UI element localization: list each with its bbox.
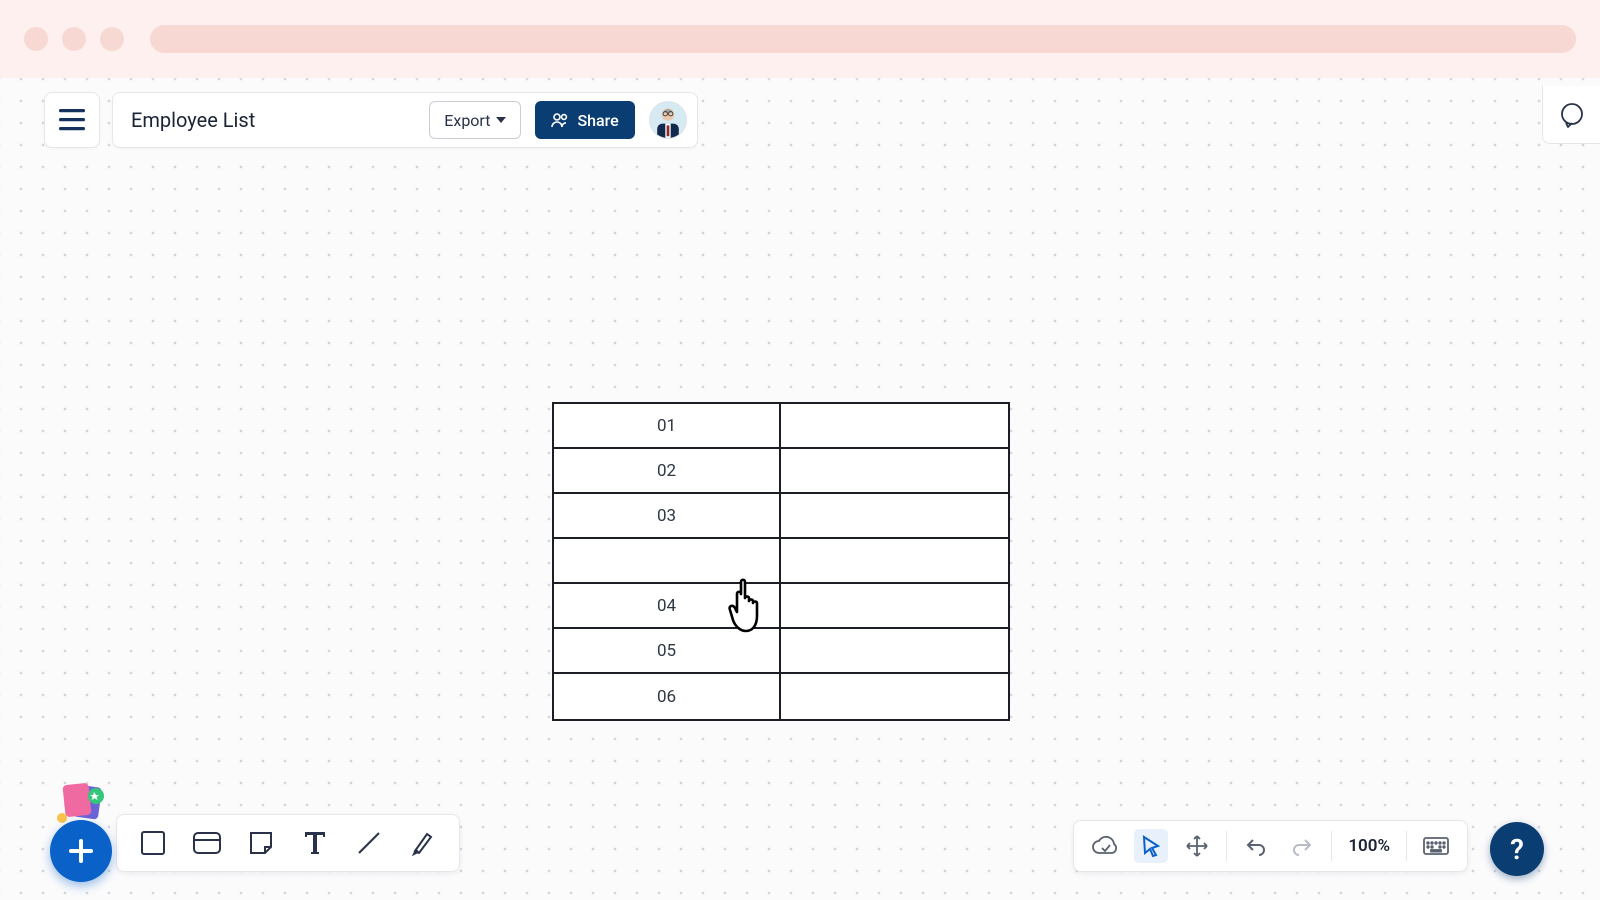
view-toolbar: 100% (1073, 820, 1468, 872)
container-icon (192, 831, 222, 855)
keyboard-icon (1422, 836, 1450, 856)
avatar-icon (650, 102, 686, 138)
cloud-sync-button[interactable] (1088, 829, 1122, 863)
pointer-tool[interactable] (1134, 829, 1168, 863)
table-cell[interactable] (781, 494, 1008, 537)
keyboard-shortcuts-button[interactable] (1419, 829, 1453, 863)
separator (1331, 831, 1332, 861)
undo-icon (1245, 836, 1267, 856)
document-title[interactable]: Employee List (131, 108, 255, 132)
text-icon (303, 830, 327, 856)
table-cell[interactable]: 05 (554, 629, 781, 672)
traffic-lights (24, 27, 124, 51)
highlighter-tool[interactable] (405, 825, 441, 861)
url-bar[interactable] (150, 25, 1576, 53)
export-label: Export (444, 111, 490, 130)
chat-icon (1558, 101, 1586, 129)
window-min-dot[interactable] (62, 27, 86, 51)
comments-button[interactable] (1542, 86, 1600, 144)
plus-icon (67, 837, 95, 865)
share-label: Share (577, 111, 618, 130)
move-icon (1185, 834, 1209, 858)
canvas-table[interactable]: 01 02 03 04 05 06 (552, 402, 1010, 721)
table-cell[interactable]: 04 (554, 584, 781, 627)
table-cell[interactable] (781, 539, 1008, 582)
window-max-dot[interactable] (100, 27, 124, 51)
redo-button[interactable] (1285, 829, 1319, 863)
zoom-level[interactable]: 100% (1344, 836, 1394, 856)
export-button[interactable]: Export (429, 101, 521, 139)
table-cell[interactable] (781, 674, 1008, 719)
undo-button[interactable] (1239, 829, 1273, 863)
help-label: ? (1510, 833, 1524, 866)
menu-button[interactable] (44, 92, 100, 148)
add-button[interactable] (50, 820, 112, 882)
redo-icon (1291, 836, 1313, 856)
help-button[interactable]: ? (1490, 822, 1544, 876)
separator (1226, 831, 1227, 861)
table-row[interactable]: 04 (554, 584, 1008, 629)
table-cell[interactable] (781, 629, 1008, 672)
table-cell[interactable] (781, 584, 1008, 627)
window-close-dot[interactable] (24, 27, 48, 51)
share-button[interactable]: Share (535, 101, 634, 139)
table-row[interactable]: 06 (554, 674, 1008, 719)
table-row[interactable]: 03 (554, 494, 1008, 539)
table-row[interactable] (554, 539, 1008, 584)
table-cell[interactable]: 01 (554, 404, 781, 447)
sticky-note-icon (248, 830, 274, 856)
square-icon (140, 830, 166, 856)
browser-chrome (0, 0, 1600, 78)
table-cell[interactable]: 02 (554, 449, 781, 492)
table-cell[interactable] (781, 404, 1008, 447)
pan-tool[interactable] (1180, 829, 1214, 863)
line-tool[interactable] (351, 825, 387, 861)
rectangle-tool[interactable] (135, 825, 171, 861)
text-tool[interactable] (297, 825, 333, 861)
table-cell[interactable]: 03 (554, 494, 781, 537)
app-root: Employee List Export Share (0, 78, 1600, 900)
people-icon (551, 112, 569, 128)
shape-toolbar (116, 814, 460, 872)
container-tool[interactable] (189, 825, 225, 861)
pointer-icon (1140, 834, 1162, 858)
hamburger-icon (59, 109, 85, 131)
line-icon (355, 829, 383, 857)
table-cell[interactable] (554, 539, 781, 582)
table-row[interactable]: 05 (554, 629, 1008, 674)
top-toolbar: Employee List Export Share (44, 92, 698, 148)
table-row[interactable]: 02 (554, 449, 1008, 494)
document-bar: Employee List Export Share (112, 92, 698, 148)
cloud-icon (1091, 835, 1119, 857)
table-cell[interactable]: 06 (554, 674, 781, 719)
table-cell[interactable] (781, 449, 1008, 492)
table-row[interactable]: 01 (554, 404, 1008, 449)
separator (1406, 831, 1407, 861)
sticky-note-tool[interactable] (243, 825, 279, 861)
user-avatar[interactable] (649, 101, 687, 139)
caret-down-icon (496, 117, 506, 123)
highlighter-icon (409, 829, 437, 857)
